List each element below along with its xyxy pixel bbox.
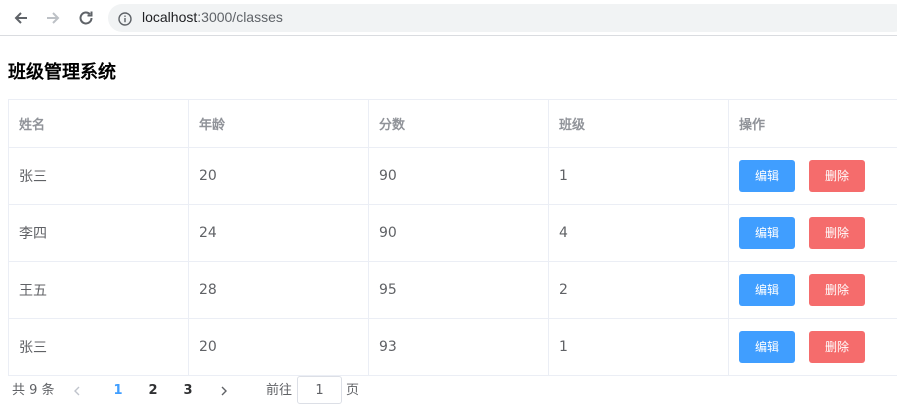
cell-actions: 编辑 删除 [728,204,897,262]
header-actions: 操作 [728,99,897,148]
url-path: :3000/classes [197,9,283,25]
header-class: 班级 [548,99,729,148]
page-suffix-label: 页 [346,383,360,398]
cell-class: 2 [548,261,729,319]
header-score: 分数 [368,99,549,148]
cell-class: 4 [548,204,729,262]
cell-class: 1 [548,318,729,376]
cell-name: 张三 [8,318,189,376]
pagination: 共 9 条 1 2 3 前往 页 [12,376,882,406]
edit-button[interactable]: 编辑 [739,331,795,363]
delete-button[interactable]: 删除 [809,217,865,249]
header-name: 姓名 [8,99,189,148]
edit-button[interactable]: 编辑 [739,274,795,306]
cell-age: 28 [188,261,369,319]
reload-icon[interactable] [77,9,95,27]
page-title: 班级管理系统 [8,62,116,83]
cell-age: 20 [188,318,369,376]
table-row: 张三 20 90 1 编辑 删除 [8,147,897,205]
cell-actions: 编辑 删除 [728,261,897,319]
page-number-2[interactable]: 2 [143,376,163,406]
chevron-right-icon[interactable] [219,376,233,406]
cell-class: 1 [548,147,729,205]
address-bar[interactable]: localhost:3000/classes [108,4,897,32]
goto-page-input[interactable] [297,376,342,404]
page-number-3[interactable]: 3 [178,376,198,406]
browser-toolbar: localhost:3000/classes [0,0,897,36]
header-age: 年龄 [188,99,369,148]
url-text: localhost:3000/classes [142,9,283,25]
cell-score: 90 [368,147,549,205]
cell-score: 95 [368,261,549,319]
pagination-total: 共 9 条 [12,383,55,398]
table-row: 王五 28 95 2 编辑 删除 [8,261,897,319]
cell-age: 24 [188,204,369,262]
cell-score: 93 [368,318,549,376]
delete-button[interactable]: 删除 [809,160,865,192]
cell-actions: 编辑 删除 [728,147,897,205]
chevron-left-icon[interactable] [72,376,86,406]
table-row: 李四 24 90 4 编辑 删除 [8,204,897,262]
info-icon[interactable] [118,11,132,26]
delete-button[interactable]: 删除 [809,274,865,306]
class-table: 姓名 年龄 分数 班级 操作 张三 20 90 1 编辑删除 李四 24 90 [8,99,897,376]
table-row: 张三 20 93 1 编辑 删除 [8,318,897,376]
page-number-1[interactable]: 1 [108,376,128,406]
back-arrow-icon[interactable] [12,9,30,27]
cell-name: 李四 [8,204,189,262]
table-header-row: 姓名 年龄 分数 班级 操作 [8,99,897,148]
cell-name: 王五 [8,261,189,319]
cell-age: 20 [188,147,369,205]
edit-button[interactable]: 编辑 [739,217,795,249]
edit-button[interactable]: 编辑 [739,160,795,192]
cell-score: 90 [368,204,549,262]
url-host: localhost [142,9,198,25]
cell-name: 张三 [8,147,189,205]
forward-arrow-icon[interactable] [44,9,62,27]
delete-button[interactable]: 删除 [809,331,865,363]
cell-actions: 编辑 删除 [728,318,897,376]
goto-label: 前往 [266,383,293,398]
